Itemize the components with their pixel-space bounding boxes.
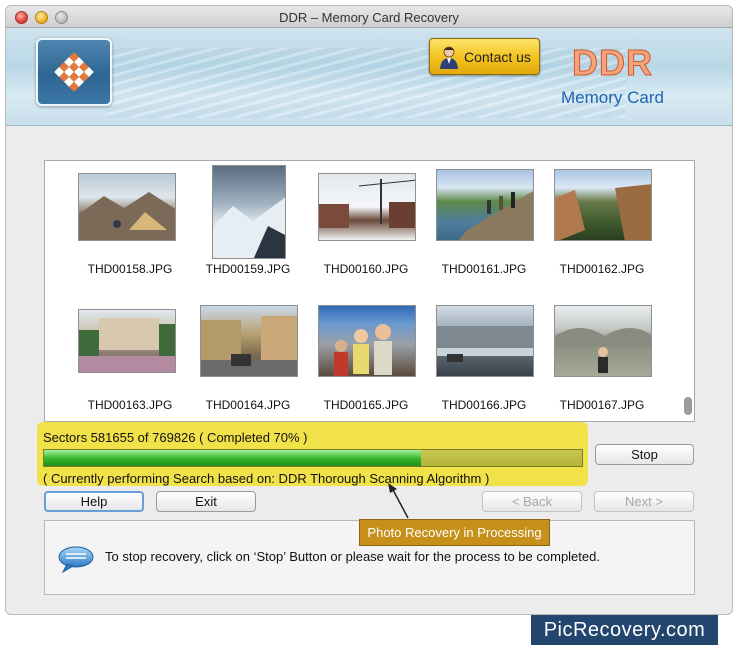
canyon-cliffs-image	[555, 184, 651, 240]
photo-item[interactable]: THD00166.JPG	[429, 301, 539, 421]
photo-thumbnail	[554, 305, 652, 377]
photo-filename: THD00159.JPG	[205, 262, 291, 276]
hikers-river-image	[458, 191, 533, 240]
photo-item[interactable]: THD00163.JPG	[75, 301, 185, 421]
gallery-scrollbar[interactable]	[682, 163, 692, 419]
contact-us-button[interactable]: Contact us	[429, 38, 540, 75]
app-window: DDR – Memory Card Recovery Contact us DD…	[5, 5, 733, 615]
ski-lift-image	[319, 179, 415, 228]
back-button[interactable]: < Back	[482, 491, 582, 512]
contact-us-label: Contact us	[464, 49, 531, 65]
speech-bubble-icon	[58, 546, 94, 573]
photo-thumbnail	[554, 169, 652, 241]
algorithm-status-text: ( Currently performing Search based on: …	[43, 471, 490, 486]
photo-thumbnail	[436, 305, 534, 377]
snowy-mountain-image	[213, 197, 285, 258]
help-button[interactable]: Help	[44, 491, 144, 512]
window-title: DDR – Memory Card Recovery	[279, 10, 459, 25]
photo-filename: THD00158.JPG	[87, 262, 173, 276]
photo-item[interactable]: THD00164.JPG	[193, 301, 303, 421]
photo-filename: THD00161.JPG	[441, 262, 527, 276]
stop-button[interactable]: Stop	[595, 444, 694, 465]
checker-logo-icon	[54, 52, 94, 92]
street-buildings-image	[201, 316, 297, 376]
photo-item[interactable]: THD00165.JPG	[311, 301, 421, 421]
header-background-pattern	[106, 48, 626, 118]
progress-bar-fill	[44, 450, 421, 466]
photo-item[interactable]: THD00158.JPG	[75, 165, 185, 285]
photo-filename: THD00164.JPG	[205, 398, 291, 412]
app-header: Contact us DDR Memory Card	[6, 28, 732, 126]
photo-thumbnail	[318, 305, 416, 377]
girl-bridge-image	[555, 328, 651, 373]
scrollbar-thumb[interactable]	[684, 397, 692, 415]
photo-item[interactable]: THD00160.JPG	[311, 165, 421, 285]
photo-thumbnail	[318, 173, 416, 241]
photo-filename: THD00165.JPG	[323, 398, 409, 412]
family-portrait-image	[334, 324, 392, 376]
recovery-status-panel: Sectors 581655 of 769826 ( Completed 70%…	[37, 422, 588, 486]
photo-thumbnail	[212, 165, 286, 259]
sectors-progress-text: Sectors 581655 of 769826 ( Completed 70%…	[43, 430, 308, 445]
photo-filename: THD00162.JPG	[559, 262, 645, 276]
photo-filename: THD00167.JPG	[559, 398, 645, 412]
city-river-image	[437, 326, 533, 362]
photo-thumbnail	[78, 309, 176, 373]
mountain-tent-image	[79, 192, 175, 240]
brand-title: DDR	[572, 42, 653, 84]
photo-item[interactable]: THD00161.JPG	[429, 165, 539, 285]
photo-filename: THD00166.JPG	[441, 398, 527, 412]
photo-filename: THD00163.JPG	[87, 398, 173, 412]
photo-item[interactable]: THD00167.JPG	[547, 301, 657, 421]
photo-thumbnail	[78, 173, 176, 241]
exit-button[interactable]: Exit	[156, 491, 256, 512]
photo-filename: THD00160.JPG	[323, 262, 409, 276]
brand-subtitle: Memory Card	[561, 88, 664, 107]
crowd-plaza-image	[79, 318, 175, 372]
photo-thumbnail	[200, 305, 298, 377]
next-button[interactable]: Next >	[594, 491, 694, 512]
app-logo	[36, 38, 112, 106]
recovery-progress-bar	[43, 449, 583, 467]
title-bar: DDR – Memory Card Recovery	[6, 6, 732, 28]
support-person-icon	[440, 46, 458, 69]
photo-item[interactable]: THD00162.JPG	[547, 165, 657, 285]
recovered-photos-gallery[interactable]: THD00158.JPG THD00159.JPG THD00160.JPG T…	[44, 160, 695, 422]
photo-item[interactable]: THD00159.JPG	[193, 165, 303, 285]
callout-arrow-icon	[388, 483, 409, 519]
picrecovery-watermark: PicRecovery.com	[531, 615, 718, 645]
photo-thumbnail	[436, 169, 534, 241]
photo-recovery-callout: Photo Recovery in Processing	[359, 519, 550, 546]
info-message-text: To stop recovery, click on ‘Stop’ Button…	[105, 549, 600, 564]
